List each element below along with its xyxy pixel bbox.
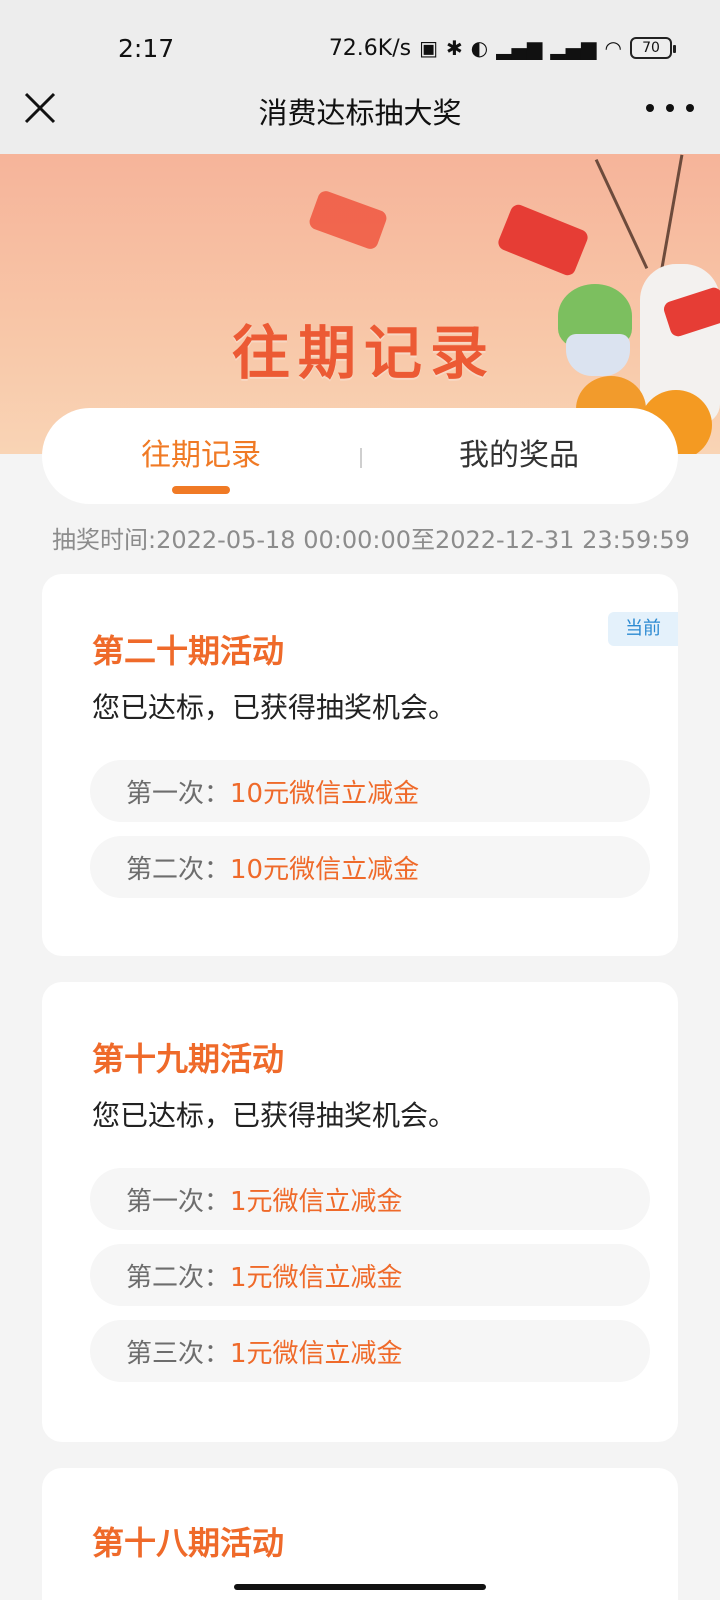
toggle-icon: ◐ bbox=[470, 36, 489, 60]
home-indicator[interactable] bbox=[234, 1584, 486, 1590]
more-icon[interactable] bbox=[646, 86, 694, 130]
branch-decoration bbox=[659, 154, 684, 274]
draw-label: 第一次： bbox=[126, 1186, 231, 1217]
activity-card: 第二十期活动 当前 您已达标，已获得抽奖机会。 第一次： 10元微信立减金 第二… bbox=[42, 574, 678, 956]
tab-label: 往期记录 bbox=[141, 438, 261, 473]
activity-desc: 您已达标，已获得抽奖机会。 bbox=[92, 1099, 457, 1132]
draw-item: 第二次： 1元微信立减金 bbox=[90, 1244, 650, 1306]
activity-desc: 您已达标，已获得抽奖机会。 bbox=[92, 691, 457, 724]
current-badge: 当前 bbox=[608, 612, 678, 646]
tabs: 往期记录 我的奖品 bbox=[42, 408, 678, 504]
draw-label: 第二次： bbox=[126, 854, 231, 885]
tab-divider bbox=[360, 448, 362, 468]
activity-title: 第十九期活动 bbox=[92, 1040, 285, 1078]
activity-card: 第十八期活动 bbox=[42, 1468, 678, 1600]
bluetooth-icon: ✱ bbox=[446, 36, 463, 60]
draw-prize: 10元微信立减金 bbox=[230, 778, 420, 809]
red-envelope-icon bbox=[307, 188, 389, 252]
draw-label: 第一次： bbox=[126, 778, 231, 809]
red-envelope-icon bbox=[495, 202, 591, 278]
hd-signal-icon: ▂▄▆ bbox=[496, 36, 543, 60]
activity-title: 第十八期活动 bbox=[92, 1524, 285, 1562]
tab-label: 我的奖品 bbox=[459, 438, 579, 473]
draw-prize: 10元微信立减金 bbox=[230, 854, 420, 885]
tab-indicator bbox=[172, 486, 230, 494]
hd-signal-icon: ▂▄▆ bbox=[550, 36, 597, 60]
draw-label: 第三次： bbox=[126, 1338, 231, 1369]
tab-my-prizes[interactable]: 我的奖品 bbox=[360, 408, 678, 504]
draw-item: 第一次： 10元微信立减金 bbox=[90, 760, 650, 822]
wifi-icon: ◠ bbox=[604, 36, 622, 60]
activity-title: 第二十期活动 bbox=[92, 632, 285, 670]
status-icons: 72.6K/s ▣ ✱ ◐ ▂▄▆ ▂▄▆ ◠ 70 bbox=[328, 34, 676, 62]
draw-item: 第三次： 1元微信立减金 bbox=[90, 1320, 650, 1382]
activity-card: 第十九期活动 您已达标，已获得抽奖机会。 第一次： 1元微信立减金 第二次： 1… bbox=[42, 982, 678, 1442]
draw-label: 第二次： bbox=[126, 1262, 231, 1293]
banner-title: 往期记录 bbox=[232, 319, 497, 387]
nfc-icon: ▣ bbox=[419, 36, 439, 60]
branch-decoration bbox=[594, 158, 649, 270]
status-time: 2:17 bbox=[118, 34, 175, 63]
page-title: 消费达标抽大奖 bbox=[258, 96, 462, 130]
draw-item: 第一次： 1元微信立减金 bbox=[90, 1168, 650, 1230]
pot-illustration bbox=[566, 334, 630, 376]
draw-period: 抽奖时间:2022-05-18 00:00:00至2022-12-31 23:5… bbox=[52, 526, 690, 554]
draw-prize: 1元微信立减金 bbox=[230, 1338, 403, 1369]
network-speed: 72.6K/s bbox=[328, 35, 412, 61]
draw-item: 第二次： 10元微信立减金 bbox=[90, 836, 650, 898]
battery-icon: 70 bbox=[630, 37, 676, 59]
draw-prize: 1元微信立减金 bbox=[230, 1186, 403, 1217]
draw-prize: 1元微信立减金 bbox=[230, 1262, 403, 1293]
nav-bar: 消费达标抽大奖 bbox=[0, 64, 720, 154]
